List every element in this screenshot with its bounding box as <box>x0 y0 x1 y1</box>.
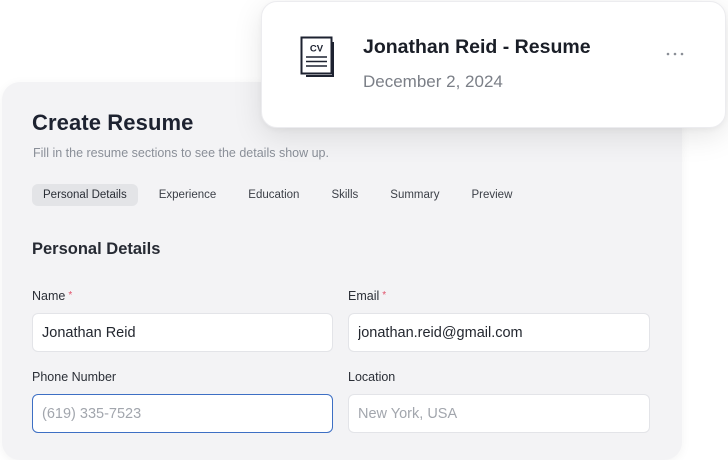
cv-icon-text: CV <box>310 44 324 55</box>
name-field[interactable] <box>32 313 333 352</box>
cv-document-icon: CV <box>300 36 334 77</box>
tab-personal-details[interactable]: Personal Details <box>32 184 138 206</box>
tab-education[interactable]: Education <box>237 184 310 206</box>
more-options-button[interactable] <box>660 42 690 66</box>
section-heading: Personal Details <box>32 240 161 258</box>
location-label: Location <box>348 370 395 384</box>
required-marker: * <box>382 290 387 301</box>
email-label: Email * <box>348 289 386 303</box>
email-field[interactable] <box>348 313 650 352</box>
section-tabs: Personal Details Experience Education Sk… <box>32 184 523 206</box>
create-resume-panel: Create Resume Fill in the resume section… <box>2 82 682 460</box>
page-subtitle: Fill in the resume sections to see the d… <box>33 146 329 160</box>
phone-label-text: Phone Number <box>32 370 117 384</box>
phone-field[interactable] <box>32 394 333 433</box>
resume-date: December 2, 2024 <box>363 72 503 91</box>
tab-preview[interactable]: Preview <box>460 184 523 206</box>
email-label-text: Email <box>348 289 380 303</box>
name-label-text: Name <box>32 289 66 303</box>
resume-title: Jonathan Reid - Resume <box>363 36 591 58</box>
phone-label: Phone Number <box>32 370 116 384</box>
name-label: Name * <box>32 289 72 303</box>
tab-experience[interactable]: Experience <box>148 184 228 206</box>
location-label-text: Location <box>348 370 396 384</box>
location-field[interactable] <box>348 394 650 433</box>
required-marker: * <box>68 290 73 301</box>
tab-skills[interactable]: Skills <box>320 184 369 206</box>
more-horizontal-icon <box>666 52 684 56</box>
page-title: Create Resume <box>32 110 194 135</box>
resume-document-card[interactable]: CV Jonathan Reid - Resume December 2, 20… <box>261 1 726 128</box>
tab-summary[interactable]: Summary <box>379 184 450 206</box>
